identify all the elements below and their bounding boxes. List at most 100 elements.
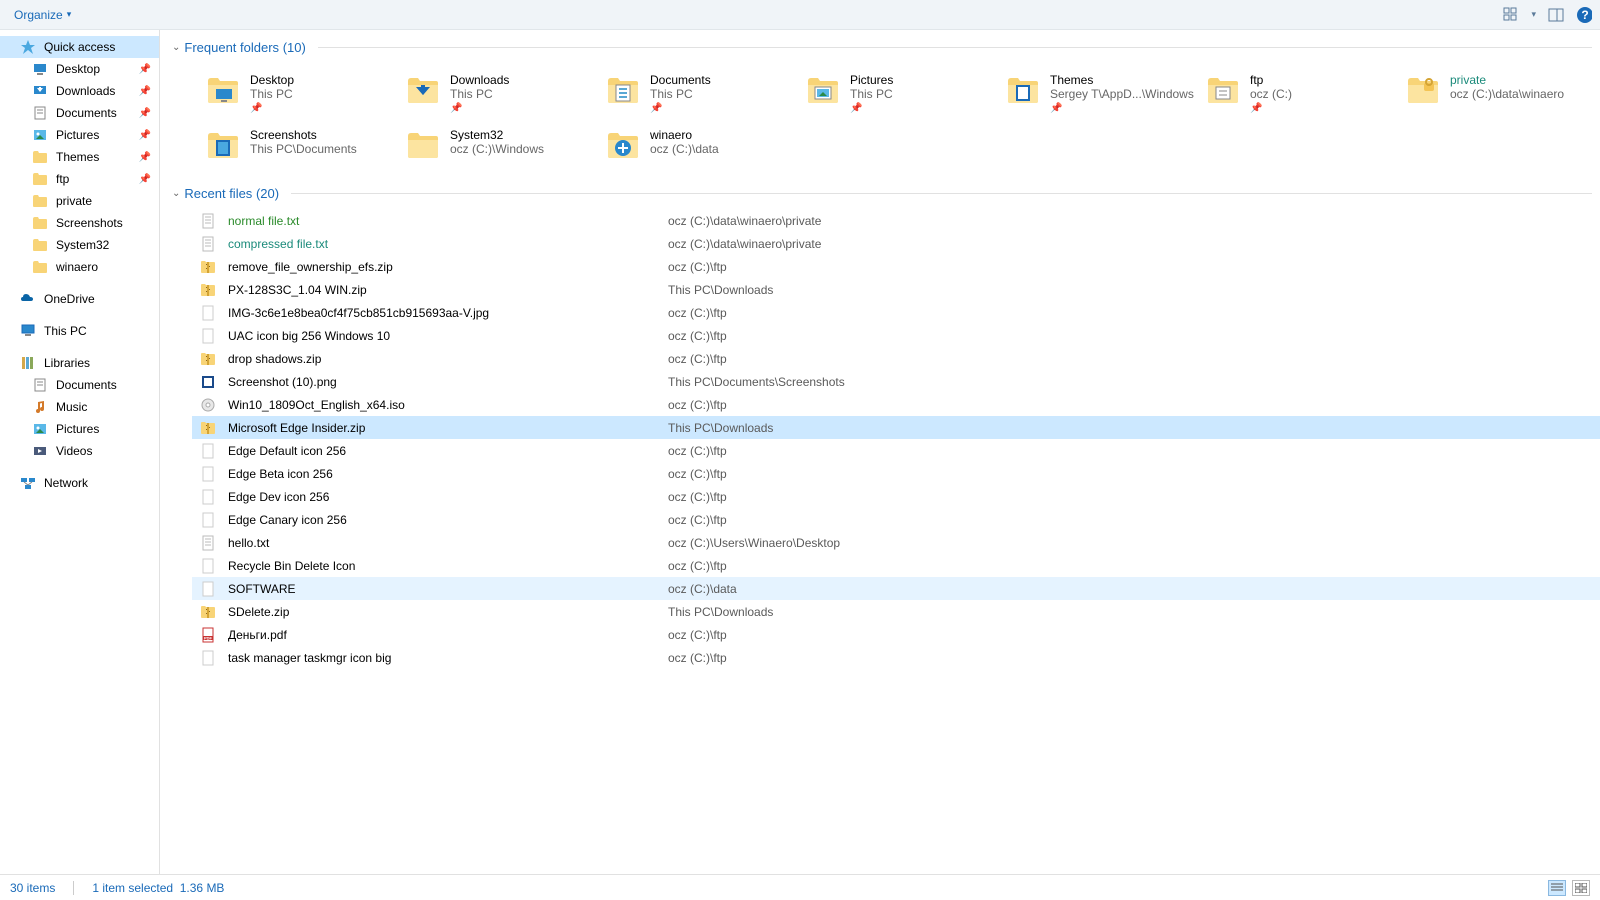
folder-tile[interactable]: ThemesSergey T\AppD...\Windows📌 bbox=[1000, 69, 1200, 118]
folder-icon bbox=[32, 171, 48, 187]
chevron-down-icon: ⌄ bbox=[172, 42, 180, 53]
file-row[interactable]: remove_file_ownership_efs.zipocz (C:)\ft… bbox=[192, 255, 1600, 278]
folder-name: ftp bbox=[1250, 73, 1292, 87]
sidebar-label: This PC bbox=[44, 324, 87, 338]
file-icon bbox=[200, 259, 216, 275]
sidebar-item-pictures[interactable]: Pictures bbox=[0, 418, 159, 440]
sidebar-network[interactable]: Network bbox=[0, 472, 159, 494]
folder-tile[interactable]: privateocz (C:)\data\winaero bbox=[1400, 69, 1600, 118]
file-name: Деньги.pdf bbox=[228, 628, 668, 642]
folder-location: This PC\Documents bbox=[250, 142, 357, 156]
folder-icon bbox=[32, 149, 48, 165]
file-row[interactable]: PX-128S3C_1.04 WIN.zipThis PC\Downloads bbox=[192, 278, 1600, 301]
folder-tile[interactable]: winaeroocz (C:)\data bbox=[600, 124, 800, 166]
file-row[interactable]: Win10_1809Oct_English_x64.isoocz (C:)\ft… bbox=[192, 393, 1600, 416]
folder-location: Sergey T\AppD...\Windows bbox=[1050, 87, 1194, 101]
file-icon bbox=[200, 351, 216, 367]
sidebar-quick-access[interactable]: Quick access bbox=[0, 36, 159, 58]
recent-files-header[interactable]: ⌄ Recent files (20) bbox=[172, 180, 1600, 207]
sidebar-item-ftp[interactable]: ftp📌 bbox=[0, 168, 159, 190]
file-row[interactable]: PDFДеньги.pdfocz (C:)\ftp bbox=[192, 623, 1600, 646]
pin-icon: 📌 bbox=[1050, 103, 1194, 114]
file-row[interactable]: Edge Dev icon 256ocz (C:)\ftp bbox=[192, 485, 1600, 508]
section-count: (10) bbox=[283, 40, 306, 55]
folder-location: This PC bbox=[250, 87, 294, 101]
status-bar: 30 items 1 item selected 1.36 MB bbox=[0, 874, 1600, 900]
folder-tile[interactable]: System32ocz (C:)\Windows bbox=[400, 124, 600, 166]
sidebar-onedrive[interactable]: OneDrive bbox=[0, 288, 159, 310]
sidebar-item-label: winaero bbox=[56, 260, 98, 274]
folder-icon bbox=[32, 215, 48, 231]
sidebar-item-winaero[interactable]: winaero bbox=[0, 256, 159, 278]
file-row[interactable]: SDelete.zipThis PC\Downloads bbox=[192, 600, 1600, 623]
sidebar-item-label: System32 bbox=[56, 238, 109, 252]
view-options-icon[interactable] bbox=[1503, 7, 1519, 23]
file-row[interactable]: normal file.txtocz (C:)\data\winaero\pri… bbox=[192, 209, 1600, 232]
music-icon bbox=[32, 399, 48, 415]
section-label: Recent files bbox=[184, 186, 252, 201]
frequent-folders-header[interactable]: ⌄ Frequent folders (10) bbox=[172, 34, 1600, 61]
file-row[interactable]: Edge Canary icon 256ocz (C:)\ftp bbox=[192, 508, 1600, 531]
sidebar-item-videos[interactable]: Videos bbox=[0, 440, 159, 462]
folder-tile[interactable]: ScreenshotsThis PC\Documents bbox=[200, 124, 400, 166]
folder-tile[interactable]: PicturesThis PC📌 bbox=[800, 69, 1000, 118]
file-row[interactable]: Screenshot (10).pngThis PC\Documents\Scr… bbox=[192, 370, 1600, 393]
chevron-down-icon: ▾ bbox=[67, 9, 72, 20]
file-row[interactable]: Recycle Bin Delete Iconocz (C:)\ftp bbox=[192, 554, 1600, 577]
sidebar-item-pictures[interactable]: Pictures📌 bbox=[0, 124, 159, 146]
folder-tile[interactable]: DesktopThis PC📌 bbox=[200, 69, 400, 118]
folder-location: ocz (C:)\data\winaero bbox=[1450, 87, 1564, 101]
file-row[interactable]: drop shadows.zipocz (C:)\ftp bbox=[192, 347, 1600, 370]
sidebar-item-documents[interactable]: Documents📌 bbox=[0, 102, 159, 124]
chevron-down-icon[interactable]: ▾ bbox=[1531, 9, 1536, 20]
sidebar-label: Libraries bbox=[44, 356, 90, 370]
file-name: Win10_1809Oct_English_x64.iso bbox=[228, 398, 668, 412]
file-row[interactable]: Microsoft Edge Insider.zipThis PC\Downlo… bbox=[192, 416, 1600, 439]
sidebar-item-desktop[interactable]: Desktop📌 bbox=[0, 58, 159, 80]
folder-icon bbox=[32, 237, 48, 253]
sidebar-item-system32[interactable]: System32 bbox=[0, 234, 159, 256]
sidebar-item-downloads[interactable]: Downloads📌 bbox=[0, 80, 159, 102]
sidebar-item-label: Documents bbox=[56, 378, 117, 392]
file-row[interactable]: compressed file.txtocz (C:)\data\winaero… bbox=[192, 232, 1600, 255]
sidebar-item-screenshots[interactable]: Screenshots bbox=[0, 212, 159, 234]
sidebar-item-music[interactable]: Music bbox=[0, 396, 159, 418]
file-icon bbox=[200, 236, 216, 252]
file-row[interactable]: SOFTWAREocz (C:)\data bbox=[192, 577, 1600, 600]
file-row[interactable]: Edge Beta icon 256ocz (C:)\ftp bbox=[192, 462, 1600, 485]
file-row[interactable]: Edge Default icon 256ocz (C:)\ftp bbox=[192, 439, 1600, 462]
sidebar-this-pc[interactable]: This PC bbox=[0, 320, 159, 342]
sidebar-item-themes[interactable]: Themes📌 bbox=[0, 146, 159, 168]
preview-pane-icon[interactable] bbox=[1548, 7, 1564, 23]
sidebar-item-private[interactable]: private bbox=[0, 190, 159, 212]
file-name: Edge Beta icon 256 bbox=[228, 467, 668, 481]
file-icon bbox=[200, 535, 216, 551]
file-row[interactable]: UAC icon big 256 Windows 10ocz (C:)\ftp bbox=[192, 324, 1600, 347]
file-path: This PC\Downloads bbox=[668, 283, 773, 297]
sidebar-item-label: ftp bbox=[56, 172, 69, 186]
file-icon bbox=[200, 604, 216, 620]
sidebar-libraries[interactable]: Libraries bbox=[0, 352, 159, 374]
pin-icon: 📌 bbox=[650, 103, 711, 114]
videos-icon bbox=[32, 443, 48, 459]
sidebar-item-documents[interactable]: Documents bbox=[0, 374, 159, 396]
file-name: Microsoft Edge Insider.zip bbox=[228, 421, 668, 435]
file-name: SOFTWARE bbox=[228, 582, 668, 596]
organize-button[interactable]: Organize ▾ bbox=[8, 4, 77, 26]
folder-tile[interactable]: DownloadsThis PC📌 bbox=[400, 69, 600, 118]
folder-location: ocz (C:) bbox=[1250, 87, 1292, 101]
pin-icon: 📌 bbox=[139, 152, 151, 163]
sidebar-item-label: Videos bbox=[56, 444, 92, 458]
folder-tile[interactable]: ftpocz (C:)📌 bbox=[1200, 69, 1400, 118]
file-row[interactable]: task manager taskmgr icon bigocz (C:)\ft… bbox=[192, 646, 1600, 669]
details-view-toggle[interactable] bbox=[1548, 880, 1566, 896]
folder-tile[interactable]: DocumentsThis PC📌 bbox=[600, 69, 800, 118]
file-name: Recycle Bin Delete Icon bbox=[228, 559, 668, 573]
thumbnails-view-toggle[interactable] bbox=[1572, 880, 1590, 896]
file-row[interactable]: IMG-3c6e1e8bea0cf4f75cb851cb915693aa-V.j… bbox=[192, 301, 1600, 324]
file-row[interactable]: hello.txtocz (C:)\Users\Winaero\Desktop bbox=[192, 531, 1600, 554]
help-icon[interactable]: ? bbox=[1576, 7, 1592, 23]
file-path: ocz (C:)\ftp bbox=[668, 329, 727, 343]
sidebar-label: OneDrive bbox=[44, 292, 95, 306]
star-icon bbox=[20, 39, 36, 55]
